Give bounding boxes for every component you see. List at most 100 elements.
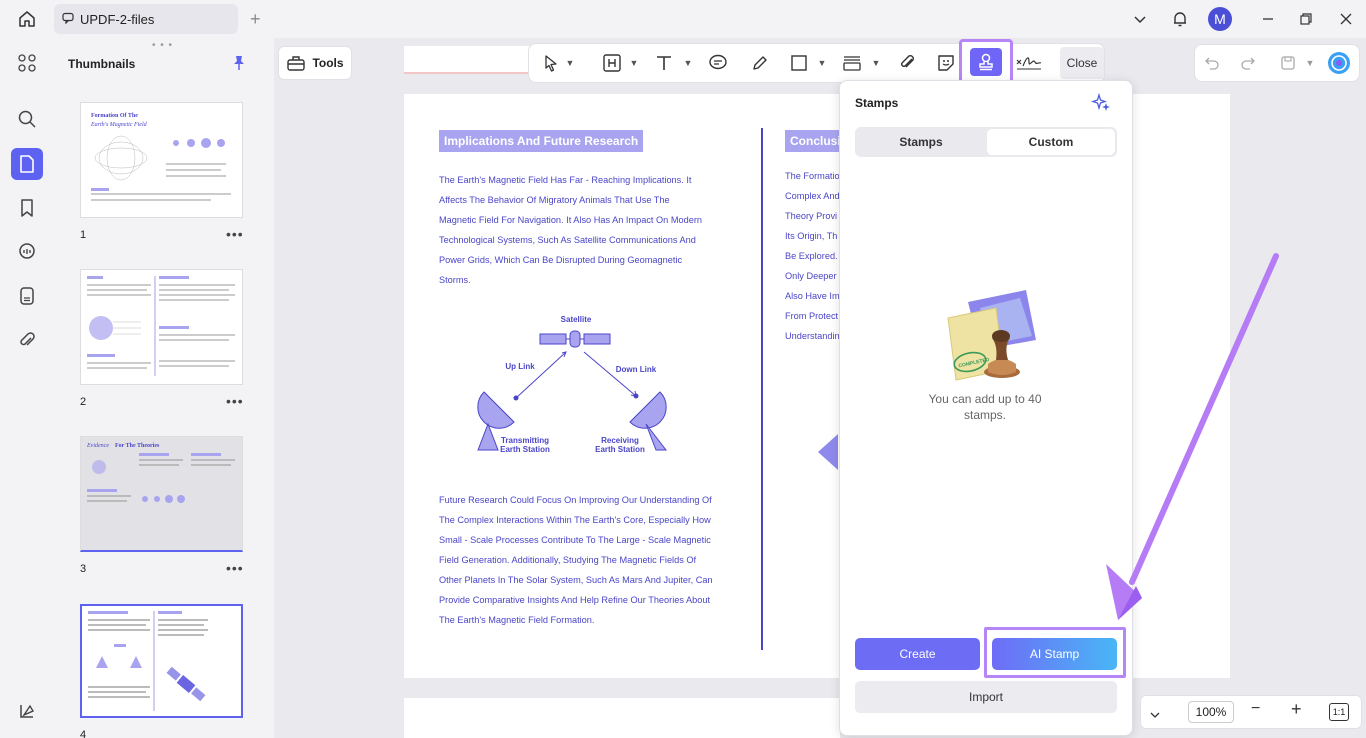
minimize-icon[interactable] <box>1256 8 1280 30</box>
text-line: Also Have Im <box>785 291 839 301</box>
stamps-empty-message: You can add up to 40 stamps. <box>928 392 1042 422</box>
page-thumbnail-3[interactable]: Evidence For The Theories <box>80 436 243 552</box>
page-thumbnail-4[interactable] <box>80 604 243 718</box>
text-line: Theory Provi <box>785 211 838 221</box>
form-field-icon[interactable] <box>840 51 864 75</box>
next-page-edge <box>404 698 840 738</box>
text-tool-icon[interactable] <box>652 51 676 75</box>
column-divider <box>761 128 763 650</box>
text-line: Small - Scale Processes Contribute To Th… <box>439 535 711 545</box>
text-line: Understandin <box>785 331 839 341</box>
text-line: Its Origin, Th <box>785 231 838 241</box>
rectangle-icon[interactable] <box>788 51 810 75</box>
avatar[interactable]: M <box>1208 7 1232 31</box>
pencil-icon[interactable] <box>748 51 772 75</box>
paragraph: The Formatio Complex And Theory Provi It… <box>785 166 839 346</box>
chevron-down-icon[interactable]: ▼ <box>628 51 640 75</box>
diagram-label: Down Link <box>615 365 657 374</box>
import-stamp-button[interactable]: Import <box>855 681 1117 713</box>
home-icon[interactable] <box>10 6 44 32</box>
zoom-level[interactable]: 100% <box>1188 701 1234 723</box>
text-line: Be Explored. <box>785 251 838 261</box>
chevron-down-icon[interactable]: ▼ <box>564 51 576 75</box>
stamp-tool-button[interactable] <box>970 48 1002 76</box>
zoom-in-button[interactable]: + <box>1291 699 1302 720</box>
close-window-icon[interactable] <box>1334 8 1358 30</box>
stamps-panel-title: Stamps <box>855 96 899 110</box>
signature-icon[interactable] <box>1014 51 1044 75</box>
section-title: Implications And Future Research <box>439 130 644 152</box>
tools-button[interactable]: Tools <box>278 46 352 80</box>
add-tab-button[interactable]: + <box>250 10 261 28</box>
comment-tool-icon[interactable] <box>706 51 730 75</box>
page-number: 2 <box>80 396 87 408</box>
undo-icon[interactable] <box>1202 51 1222 75</box>
redo-icon[interactable] <box>1238 51 1258 75</box>
apps-grid-icon[interactable] <box>11 47 43 79</box>
text-line: Future Research Could Focus On Improving… <box>439 495 712 505</box>
diagram-label: Receiving Earth Station <box>588 436 652 454</box>
paragraph: The Earth's Magnetic Field Has Far - Rea… <box>439 170 739 290</box>
chevron-down-icon[interactable] <box>1128 8 1152 30</box>
document-icon[interactable] <box>11 280 43 312</box>
text-line: Affects The Behavior Of Migratory Animal… <box>439 195 670 205</box>
comment-icon[interactable] <box>11 236 43 268</box>
toolbox-icon <box>286 54 306 72</box>
tab-custom[interactable]: Custom <box>987 129 1115 155</box>
text-line: Power Grids, Which Can Be Disrupted Duri… <box>439 255 683 265</box>
chat-bubble-icon <box>62 12 74 24</box>
ai-sparkle-icon[interactable] <box>1090 92 1112 112</box>
sticker-icon[interactable] <box>934 51 958 75</box>
layers-icon[interactable] <box>11 695 43 727</box>
search-icon[interactable] <box>11 103 43 135</box>
more-options-button[interactable]: ••• <box>226 560 244 576</box>
diagram-label: Transmitting Earth Station <box>494 436 556 454</box>
actual-size-button[interactable]: 1:1 <box>1329 703 1349 721</box>
stamp-illustration: COMPLETED <box>947 290 1036 381</box>
chevron-down-icon[interactable]: ▼ <box>1304 51 1316 75</box>
chevron-down-icon[interactable]: ▼ <box>682 51 694 75</box>
page-thumbnail-2[interactable] <box>80 269 243 385</box>
page-number: 3 <box>80 563 87 575</box>
diagram-label-line: Transmitting <box>500 436 549 445</box>
panel-drag-handle[interactable]: • • • <box>152 40 173 51</box>
save-icon[interactable] <box>1278 51 1298 75</box>
highlight-box-icon[interactable] <box>600 51 624 75</box>
close-toolbar-button[interactable]: Close <box>1060 47 1104 79</box>
page-number: 4 <box>80 729 87 738</box>
text-line: Technological Systems, Such As Satellite… <box>439 235 696 245</box>
more-options-button[interactable]: ••• <box>226 393 244 409</box>
attachment-icon[interactable] <box>11 324 43 356</box>
stamp-icon <box>976 52 996 72</box>
chevron-down-icon[interactable]: ▼ <box>870 51 882 75</box>
attachment-icon[interactable] <box>896 51 920 75</box>
paragraph: Future Research Could Focus On Improving… <box>439 490 739 630</box>
text-line: Complex And <box>785 191 839 201</box>
select-cursor-icon[interactable] <box>538 51 564 75</box>
chevron-down-icon[interactable] <box>1146 703 1164 727</box>
diagram-label: Up Link <box>505 362 535 371</box>
tab-title: UPDF-2-files <box>80 12 155 27</box>
thumbnails-page-icon[interactable] <box>11 148 43 180</box>
restore-icon[interactable] <box>1294 8 1318 30</box>
ai-assistant-icon[interactable] <box>1326 51 1352 75</box>
more-options-button[interactable]: ••• <box>226 226 244 242</box>
ai-stamp-button[interactable]: AI Stamp <box>992 638 1117 670</box>
page-thumbnail-1[interactable]: Formation Of The Earth's Magnetic Field <box>80 102 243 218</box>
text-line: Storms. <box>439 275 471 285</box>
diagram-label-line: Earth Station <box>500 445 550 454</box>
tools-label: Tools <box>312 56 344 70</box>
diagram-label-line: Receiving <box>601 436 639 445</box>
text-line: Magnetic Field For Navigation. It Also H… <box>439 215 702 225</box>
create-stamp-button[interactable]: Create <box>855 638 980 670</box>
chevron-down-icon[interactable]: ▼ <box>816 51 828 75</box>
text-line: From Protect <box>785 311 839 321</box>
zoom-out-button[interactable]: − <box>1251 700 1260 718</box>
bell-icon[interactable] <box>1168 8 1192 30</box>
annotation-arrow <box>1106 253 1279 620</box>
pin-icon[interactable] <box>232 55 246 71</box>
bookmark-icon[interactable] <box>11 192 43 224</box>
tab-stamps[interactable]: Stamps <box>857 129 985 155</box>
text-line: Other Planets In The Solar System, Such … <box>439 575 713 585</box>
text-line: Provide Comparative Insights And Help Re… <box>439 595 711 605</box>
